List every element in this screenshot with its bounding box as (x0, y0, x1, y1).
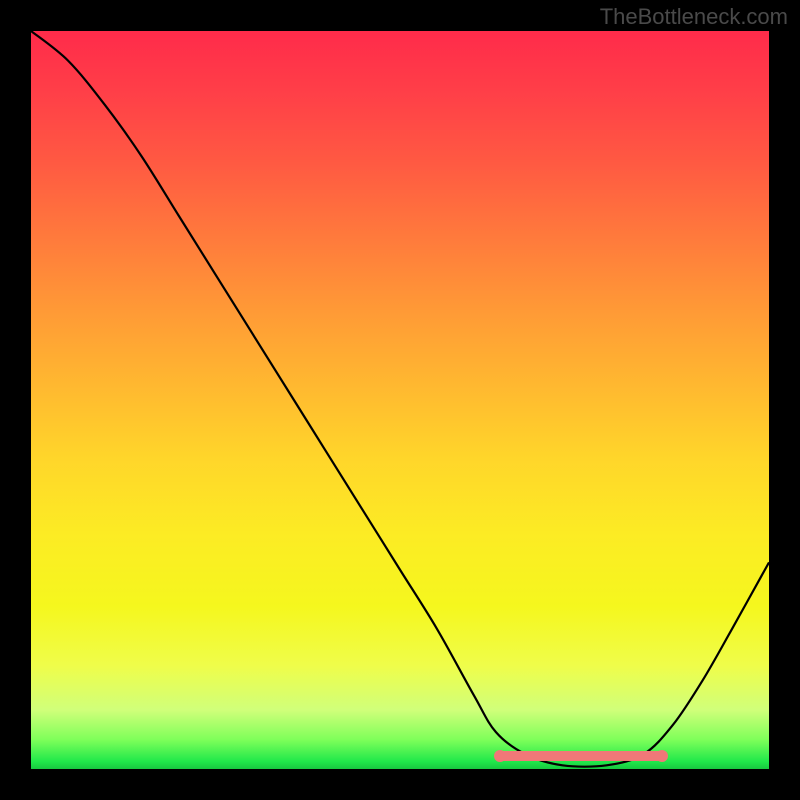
watermark-text: TheBottleneck.com (600, 4, 788, 30)
highlight-band (496, 751, 666, 761)
curve-svg (31, 31, 769, 769)
plot-area (31, 31, 769, 769)
curve-path (31, 31, 769, 767)
